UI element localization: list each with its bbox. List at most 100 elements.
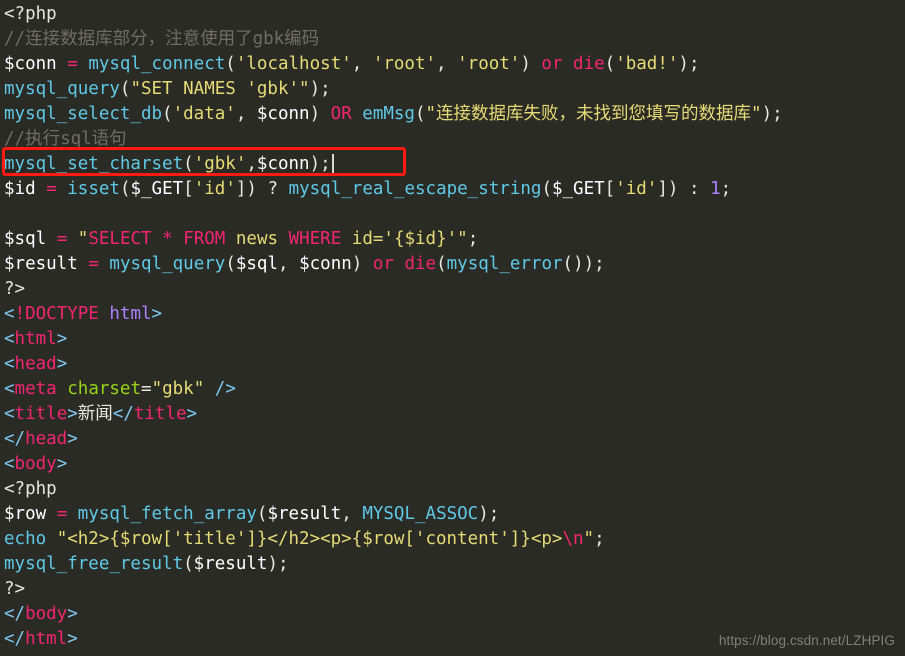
- code-token: (: [541, 179, 552, 199]
- code-line[interactable]: <html>: [4, 327, 905, 352]
- code-token: >: [151, 304, 163, 324]
- code-token: die: [573, 54, 605, 74]
- code-token: ,: [278, 254, 300, 274]
- code-token: <: [4, 379, 15, 399]
- code-token-comment: //连接数据库部分，注意使用了gbk编码: [4, 29, 320, 49]
- code-line[interactable]: mysql_select_db('data', $conn) OR emMsg(…: [4, 102, 905, 127]
- code-token: 新闻: [77, 404, 113, 424]
- code-token: ): [520, 54, 542, 74]
- code-token: (: [414, 104, 426, 124]
- code-token: (: [183, 554, 194, 574]
- code-token: $sql: [235, 254, 279, 274]
- code-line[interactable]: $conn = mysql_connect('localhost', 'root…: [4, 52, 905, 77]
- code-token: <: [4, 404, 15, 424]
- code-line[interactable]: $sql = "SELECT * FROM news WHERE id='{$i…: [4, 227, 905, 252]
- code-token: mysql_set_charset: [4, 154, 184, 174]
- code-token: mysql_query: [109, 254, 226, 274]
- code-token: body: [25, 604, 68, 624]
- code-token: />: [214, 379, 236, 399]
- code-token: ]) :: [657, 179, 711, 199]
- code-token: "连接数据库失败，未找到您填写的数据库": [425, 104, 762, 124]
- code-token: ,: [235, 104, 257, 124]
- code-token: $_GET: [130, 179, 184, 199]
- code-line[interactable]: <body>: [4, 452, 905, 477]
- code-token: ?>: [4, 579, 26, 599]
- code-token: $conn: [256, 104, 310, 124]
- code-line[interactable]: ?>: [4, 277, 905, 302]
- code-token: "gbk": [151, 379, 205, 399]
- code-token: echo: [4, 529, 47, 549]
- code-token: mysql_free_result: [4, 554, 184, 574]
- code-token: [: [183, 179, 194, 199]
- code-token: ,: [246, 154, 257, 174]
- code-token: 'root': [372, 54, 437, 74]
- code-line[interactable]: <?php: [4, 2, 905, 27]
- code-line[interactable]: $id = isset($_GET['id']) ? mysql_real_es…: [4, 177, 905, 202]
- code-token: >: [56, 454, 68, 474]
- code-editor[interactable]: <?php //连接数据库部分，注意使用了gbk编码 $conn = mysql…: [0, 0, 905, 656]
- code-token: mysql_real_escape_string: [288, 179, 542, 199]
- code-token: </: [4, 604, 26, 624]
- code-token: );: [309, 79, 331, 99]
- code-token: ;: [467, 229, 479, 249]
- code-token: head: [14, 354, 57, 374]
- code-line[interactable]: //连接数据库部分，注意使用了gbk编码: [4, 27, 905, 52]
- code-line-highlighted[interactable]: mysql_set_charset('gbk',$conn);: [4, 152, 905, 177]
- code-line[interactable]: ?>: [4, 577, 905, 602]
- code-line[interactable]: $row = mysql_fetch_array($result, MYSQL_…: [4, 502, 905, 527]
- code-token: 1: [710, 179, 721, 199]
- code-token: 'data': [172, 104, 236, 124]
- code-token: ?>: [4, 279, 26, 299]
- code-token: ": [77, 229, 89, 249]
- code-token: id='{$id}'": [341, 229, 468, 249]
- code-token: <: [4, 454, 15, 474]
- code-line[interactable]: mysql_query("SET NAMES 'gbk'");: [4, 77, 905, 102]
- code-token-comment: //执行sql语句: [4, 129, 127, 149]
- code-line[interactable]: //执行sql语句: [4, 127, 905, 152]
- code-line[interactable]: <!DOCTYPE html>: [4, 302, 905, 327]
- code-line[interactable]: <head>: [4, 352, 905, 377]
- code-token: </: [112, 404, 134, 424]
- code-token: title: [14, 404, 68, 424]
- code-token: (: [119, 179, 131, 199]
- code-token: charset: [67, 379, 142, 399]
- code-line[interactable]: </body>: [4, 602, 905, 627]
- code-token: =: [56, 229, 68, 249]
- code-token: $result: [4, 254, 78, 274]
- code-line[interactable]: echo "<h2>{$row['title']}</h2><p>{$row['…: [4, 527, 905, 552]
- code-token: [: [604, 179, 616, 199]
- code-token: !DOCTYPE: [14, 304, 99, 324]
- code-token: mysql_select_db: [4, 104, 163, 124]
- code-line[interactable]: $result = mysql_query($sql, $conn) or di…: [4, 252, 905, 277]
- code-token: (: [119, 79, 131, 99]
- code-line[interactable]: <?php: [4, 477, 905, 502]
- code-token: $result: [267, 504, 342, 524]
- code-line[interactable]: mysql_free_result($result);: [4, 552, 905, 577]
- code-token: (: [225, 54, 236, 74]
- code-token: <: [4, 354, 15, 374]
- code-token: news: [225, 229, 289, 249]
- code-line-blank[interactable]: [4, 202, 905, 227]
- code-token: ,: [351, 54, 373, 74]
- code-token: >: [67, 429, 78, 449]
- code-line[interactable]: <meta charset="gbk" />: [4, 377, 905, 402]
- code-token: or: [372, 254, 394, 274]
- code-line[interactable]: </head>: [4, 427, 905, 452]
- code-token: 'id': [615, 179, 658, 199]
- code-token: SELECT: [88, 229, 152, 249]
- code-line[interactable]: <title>新闻</title>: [4, 402, 905, 427]
- code-token: mysql_error: [446, 254, 563, 274]
- code-token: ,: [436, 54, 458, 74]
- code-token: );: [267, 554, 289, 574]
- code-token: >: [56, 329, 68, 349]
- code-token: 'bad!': [615, 54, 679, 74]
- code-token: ,: [341, 504, 363, 524]
- code-token: >: [67, 404, 78, 424]
